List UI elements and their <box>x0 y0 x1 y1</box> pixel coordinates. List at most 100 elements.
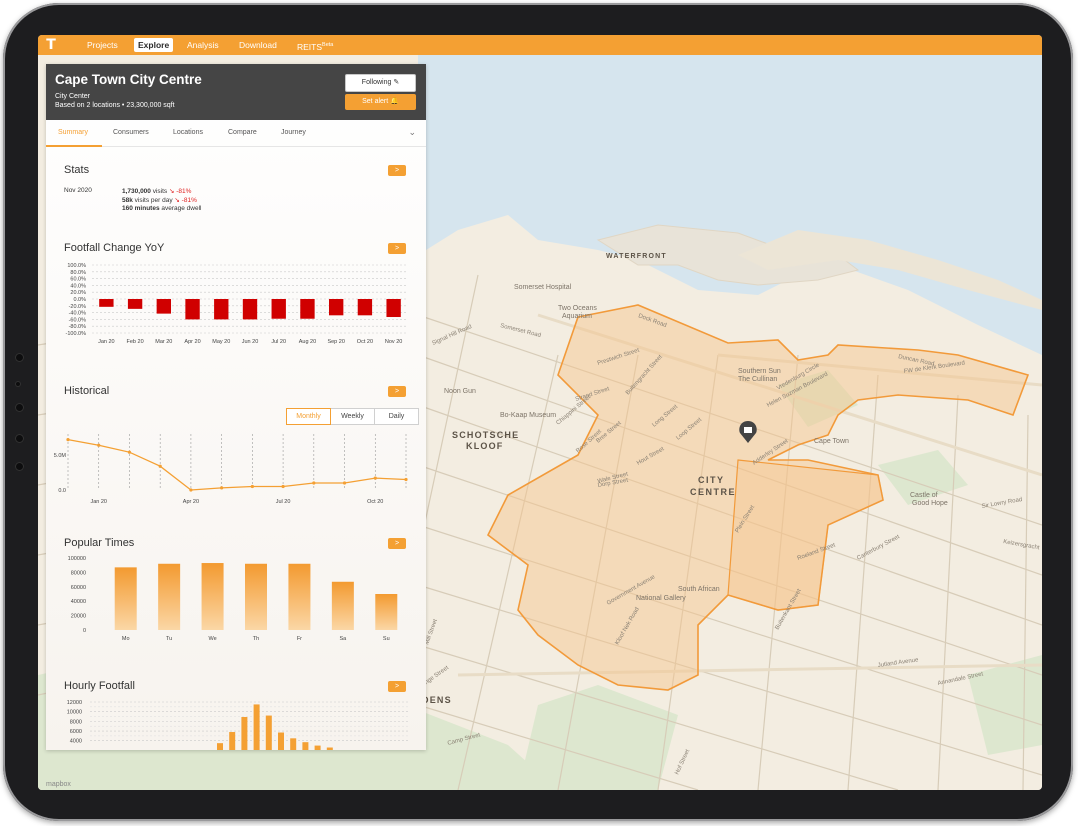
page-title: Cape Town City Centre <box>55 72 202 87</box>
nav-reits[interactable]: REITSBeta <box>293 38 337 52</box>
bar <box>302 742 309 750</box>
map-label: South African <box>678 586 720 593</box>
nav-explore[interactable]: Explore <box>134 38 174 52</box>
bar <box>127 299 143 309</box>
nav-analysis[interactable]: Analysis <box>183 38 223 52</box>
x-tick-label: May 20 <box>212 339 230 345</box>
historical-heading: Historical <box>64 385 110 397</box>
y-tick-label: 6000 <box>70 729 82 735</box>
x-tick-label: Tu <box>166 636 172 642</box>
x-tick-label: Nov 20 <box>385 339 402 345</box>
x-tick-label: Feb 20 <box>127 339 144 345</box>
panel-tabs: Summary Consumers Locations Compare Jour… <box>46 120 426 147</box>
period-monthly[interactable]: Monthly <box>286 408 331 425</box>
stat-label: visits per day <box>134 197 173 204</box>
bar <box>300 299 315 319</box>
stat-value: 58k <box>122 197 133 204</box>
y-tick-label: 20000 <box>71 614 86 620</box>
bar <box>245 563 267 630</box>
set-alert-button[interactable]: Set alert 🔔 <box>345 94 416 110</box>
bar <box>314 745 321 750</box>
x-tick-label: Th <box>253 636 259 642</box>
y-tick-label: 8000 <box>70 719 82 725</box>
map-label: SCHOTSCHE <box>452 430 519 440</box>
data-point <box>127 450 132 454</box>
stats-more-button[interactable]: > <box>388 165 406 176</box>
bar <box>241 717 248 750</box>
location-info: Based on 2 locations • 23,300,000 sqft <box>55 102 175 109</box>
y-tick-label: 40.0% <box>70 283 86 289</box>
camera-dot <box>15 353 24 362</box>
series-line <box>67 438 407 491</box>
bar <box>329 299 344 316</box>
set-alert-label: Set alert <box>362 98 389 105</box>
bar <box>217 743 223 750</box>
tab-summary[interactable]: Summary <box>58 129 88 136</box>
map-label: Bo-Kaap Museum <box>500 412 556 419</box>
button-dot <box>15 403 24 412</box>
footfall-yoy-more-button[interactable]: > <box>388 243 406 254</box>
map-label: Noon Gun <box>444 388 476 395</box>
stat-value: 160 minutes <box>122 205 160 212</box>
data-point <box>250 484 254 489</box>
x-tick-label: We <box>208 636 216 642</box>
x-tick-label: Su <box>383 636 390 642</box>
historical-more-button[interactable]: > <box>388 386 406 397</box>
shopping-bag-icon <box>744 427 752 433</box>
x-tick-label: Apr 20 <box>184 339 200 345</box>
y-tick-label: 0.0 <box>58 488 66 494</box>
period-weekly[interactable]: Weekly <box>330 408 375 425</box>
tab-locations[interactable]: Locations <box>173 129 203 136</box>
tab-compare[interactable]: Compare <box>228 129 257 136</box>
following-button[interactable]: Following ✎ <box>345 74 416 92</box>
map-label: The Cullinan <box>738 376 777 383</box>
panel-header: Cape Town City Centre City Center Based … <box>46 64 426 120</box>
map-label: Castle of <box>910 492 938 499</box>
bar <box>271 299 286 319</box>
bar <box>156 299 171 314</box>
tab-journey[interactable]: Journey <box>281 129 306 136</box>
bar <box>278 732 284 750</box>
x-tick-label: Jun 20 <box>242 339 259 345</box>
following-label: Following <box>361 79 392 86</box>
nav-download[interactable]: Download <box>235 38 281 52</box>
x-tick-label: Aug 20 <box>299 339 316 345</box>
bar <box>326 747 333 750</box>
map-label: National Gallery <box>636 595 686 602</box>
y-tick-label: 0.0% <box>73 297 86 303</box>
map-label: Somerset Hospital <box>514 284 572 291</box>
data-point <box>404 477 408 482</box>
y-tick-label: -60.0% <box>69 317 87 323</box>
app-screen: WATERFRONT CITY CENTRE SCHOTSCHE KLOOF D… <box>38 35 1042 790</box>
y-tick-label: 60.0% <box>70 277 86 283</box>
data-point <box>66 438 70 442</box>
map-label: KLOOF <box>466 441 504 451</box>
period-daily[interactable]: Daily <box>374 408 419 425</box>
bar <box>290 738 297 750</box>
x-tick-label: Sep 20 <box>327 339 344 345</box>
y-tick-label: 20.0% <box>70 290 86 296</box>
stat-label: visits <box>152 188 168 195</box>
historical-chart: 5.0M 0.0 Jan 20 Apr 20 Jul 20 Oct 20 <box>54 434 408 505</box>
data-point <box>342 481 347 485</box>
bell-icon: 🔔 <box>390 98 399 105</box>
popular-times-heading: Popular Times <box>64 537 135 549</box>
y-tick-label: -80.0% <box>69 324 87 330</box>
popular-times-more-button[interactable]: > <box>388 538 406 549</box>
button-dot <box>15 462 24 471</box>
bar <box>357 299 373 316</box>
y-tick-label: 60000 <box>71 585 86 591</box>
nav-projects[interactable]: Projects <box>83 38 122 52</box>
hourly-footfall-chart: 12000 10000 8000 6000 4000 <box>67 700 408 750</box>
tab-consumers[interactable]: Consumers <box>113 129 149 136</box>
hourly-footfall-more-button[interactable]: > <box>388 681 406 692</box>
y-tick-label: 80000 <box>71 570 86 576</box>
bar <box>386 299 401 318</box>
y-tick-label: 12000 <box>67 700 82 706</box>
map-attribution: mapbox <box>46 781 71 788</box>
bar <box>375 594 398 630</box>
bar <box>99 299 114 307</box>
map-label: Good Hope <box>912 500 948 507</box>
chevron-down-icon[interactable]: ⌄ <box>408 127 416 138</box>
logo[interactable]: T <box>44 38 58 52</box>
